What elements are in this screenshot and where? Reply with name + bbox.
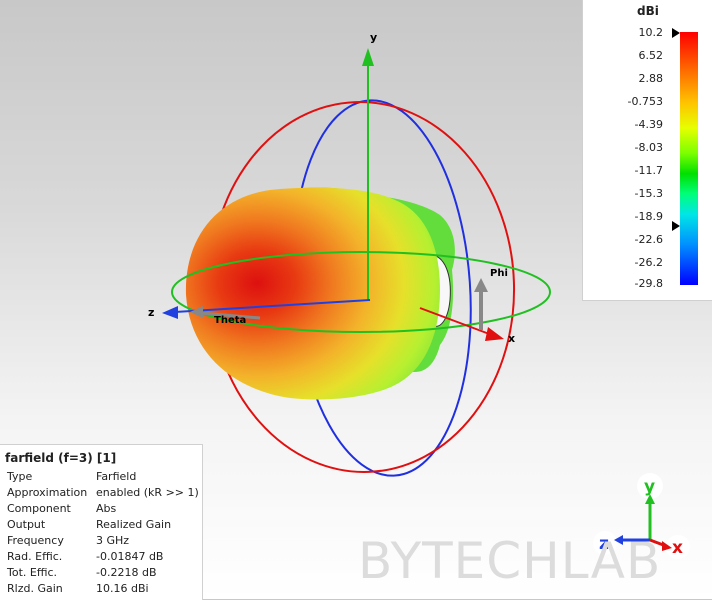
info-value: -0.01847 dB	[96, 550, 164, 563]
z-axis-label: z	[148, 306, 154, 319]
info-value: Realized Gain	[96, 518, 172, 531]
info-key: Tot. Effic.	[7, 566, 58, 579]
info-title: farfield (f=3) [1]	[5, 451, 117, 465]
colorbar-max-marker[interactable]	[672, 28, 680, 38]
colorbar-legend: dBi 10.2 6.52 2.88 -0.753 -4.39 -8.03 -1…	[582, 0, 712, 301]
info-row-frequency: Frequency 3 GHz	[7, 534, 202, 550]
colorbar-tick: -15.3	[634, 187, 663, 200]
theta-label: Theta	[214, 315, 246, 326]
colorbar-tick: -8.03	[634, 141, 663, 154]
colorbar-tick: 10.2	[638, 26, 664, 39]
colorbar-tick: 2.88	[638, 72, 664, 85]
info-key: Frequency	[7, 534, 64, 547]
colorbar-gradient	[680, 32, 698, 285]
z-axis-arrow	[162, 306, 178, 319]
info-key: Component	[7, 502, 71, 515]
info-value: 10.16 dBi	[96, 582, 149, 595]
info-value: Farfield	[96, 470, 137, 483]
info-row-component: Component Abs	[7, 502, 202, 518]
x-axis-arrow	[485, 327, 504, 341]
colorbar-tick: -26.2	[634, 256, 663, 269]
orientation-x-label: x	[672, 538, 683, 558]
colorbar-tick: -11.7	[634, 164, 663, 177]
info-row-approximation: Approximation enabled (kR >> 1)	[7, 486, 202, 502]
info-row-type: Type Farfield	[7, 470, 202, 486]
phi-label: Phi	[490, 268, 508, 279]
info-value: enabled (kR >> 1)	[96, 486, 199, 499]
info-key: Approximation	[7, 486, 88, 499]
colorbar-tick: -29.8	[634, 277, 663, 290]
info-key: Output	[7, 518, 46, 531]
farfield-info-panel: farfield (f=3) [1] Type Farfield Approxi…	[0, 444, 203, 600]
info-row-rad-effic: Rad. Effic. -0.01847 dB	[7, 550, 202, 566]
info-key: Type	[7, 470, 33, 483]
colorbar-tick: -18.9	[634, 210, 663, 223]
info-key: Rad. Effic.	[7, 550, 63, 563]
watermark: BYTECHLAB	[358, 532, 662, 590]
info-value: Abs	[96, 502, 117, 515]
info-row-output: Output Realized Gain	[7, 518, 202, 534]
orientation-y-label: y	[644, 477, 655, 497]
info-value: -0.2218 dB	[96, 566, 157, 579]
info-row-tot-effic: Tot. Effic. -0.2218 dB	[7, 566, 202, 582]
colorbar-tick: 6.52	[638, 49, 664, 62]
main-lobe	[185, 187, 440, 400]
info-row-rlzd-gain: Rlzd. Gain 10.16 dBi	[7, 582, 202, 598]
y-axis-label: y	[370, 31, 377, 44]
colorbar-tick: -22.6	[634, 233, 663, 246]
colorbar-tick: -0.753	[627, 95, 663, 108]
y-axis-arrow	[362, 48, 374, 66]
info-key: Rlzd. Gain	[7, 582, 63, 595]
phi-arrow-head	[474, 278, 488, 292]
colorbar-tick: -4.39	[634, 118, 663, 131]
colorbar-unit: dBi	[637, 4, 659, 18]
colorbar-min-marker[interactable]	[672, 221, 680, 231]
info-value: 3 GHz	[96, 534, 130, 547]
x-axis-label: x	[508, 332, 515, 345]
